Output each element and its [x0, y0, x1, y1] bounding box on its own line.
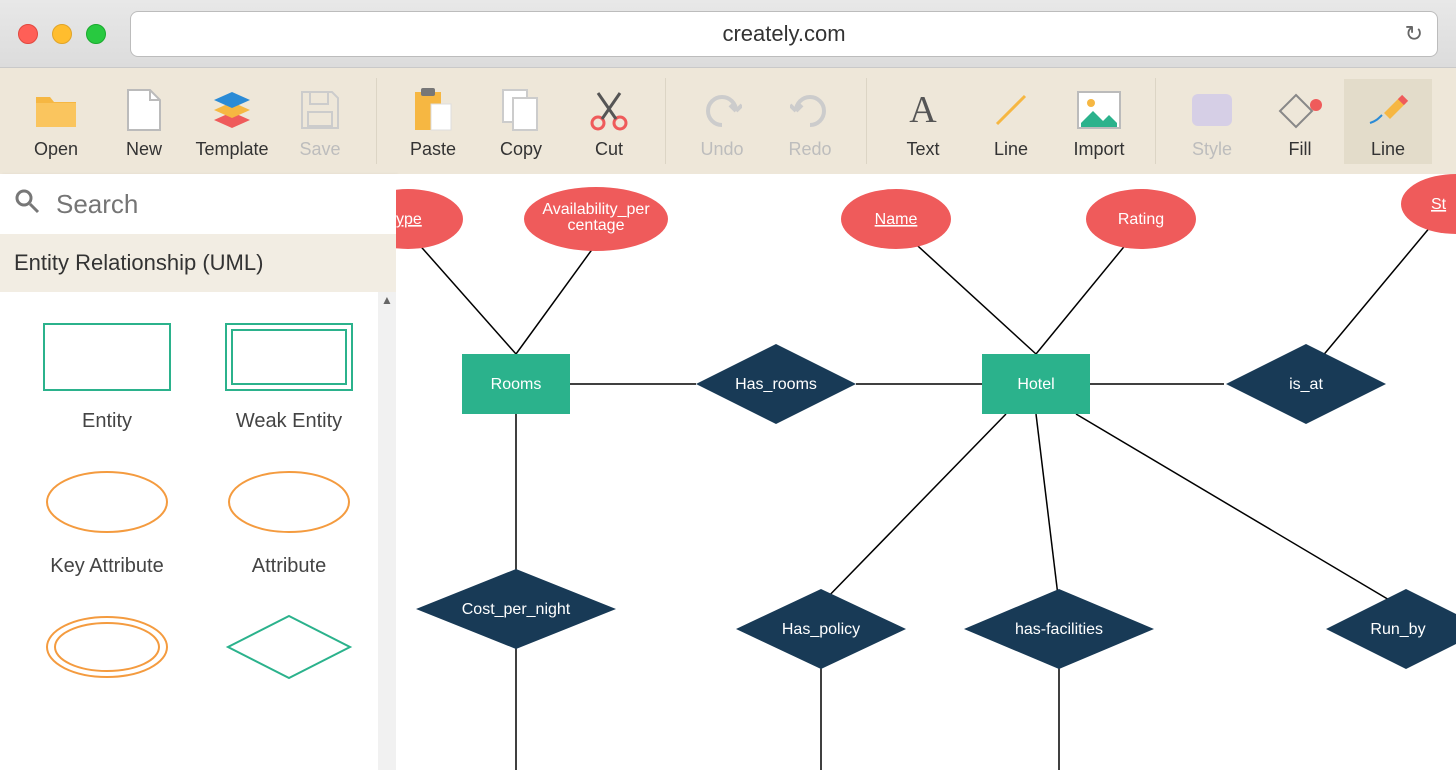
new-button[interactable]: New: [100, 79, 188, 164]
entity-node[interactable]: Rooms: [462, 354, 570, 414]
svg-text:Rating: Rating: [1118, 211, 1164, 228]
paste-button[interactable]: Paste: [389, 79, 477, 164]
text-icon: A: [883, 87, 963, 133]
attribute-node[interactable]: ype: [396, 189, 463, 249]
image-icon: [1059, 87, 1139, 133]
attribute-node[interactable]: Name: [841, 189, 951, 249]
shape-label: Attribute: [202, 555, 376, 578]
relation-node[interactable]: Run_by: [1326, 589, 1456, 669]
maximize-window-button[interactable]: [86, 24, 106, 44]
attribute-node[interactable]: St: [1401, 174, 1456, 234]
save-button[interactable]: Save: [276, 79, 364, 164]
main-toolbar: Open New Template Save Paste: [0, 68, 1456, 174]
line-tool-button[interactable]: Line: [967, 79, 1055, 164]
open-button[interactable]: Open: [12, 79, 100, 164]
svg-text:Has_rooms: Has_rooms: [735, 376, 817, 393]
shape-multivalued-attribute[interactable]: [20, 612, 194, 700]
undo-icon: [682, 87, 762, 133]
shape-label: Key Attribute: [20, 555, 194, 578]
search-input[interactable]: [54, 188, 396, 221]
svg-text:Has_policy: Has_policy: [782, 621, 860, 638]
fill-button[interactable]: Fill: [1256, 79, 1344, 164]
window-controls: [18, 24, 106, 44]
line-icon: [971, 87, 1051, 133]
clipboard-icon: [393, 87, 473, 133]
relation-node[interactable]: is_at: [1226, 344, 1386, 424]
relation-node[interactable]: Has_policy: [736, 589, 906, 669]
import-button[interactable]: Import: [1055, 79, 1143, 164]
layers-icon: [192, 87, 272, 133]
svg-text:Rooms: Rooms: [491, 376, 542, 393]
entity-node[interactable]: Hotel: [982, 354, 1090, 414]
svg-text:Cost_per_night: Cost_per_night: [462, 601, 571, 618]
svg-text:St: St: [1431, 196, 1447, 213]
undo-button[interactable]: Undo: [678, 79, 766, 164]
url-text: creately.com: [722, 21, 845, 47]
relation-node[interactable]: Has_rooms: [696, 344, 856, 424]
redo-icon: [770, 87, 850, 133]
shape-category-header[interactable]: Entity Relationship (UML): [0, 234, 396, 292]
url-bar[interactable]: creately.com ↻: [130, 11, 1438, 57]
line-style-button[interactable]: Line: [1344, 79, 1432, 164]
diagram-svg: ype Availability_percentage Name Rating …: [396, 174, 1456, 770]
shape-label: Entity: [20, 410, 194, 433]
svg-text:Name: Name: [875, 211, 918, 228]
text-tool-button[interactable]: A Text: [879, 79, 967, 164]
relation-node[interactable]: has-facilities: [964, 589, 1154, 669]
scissors-icon: [569, 87, 649, 133]
browser-title-bar: creately.com ↻: [0, 0, 1456, 68]
shape-relationship[interactable]: [202, 612, 376, 700]
copy-button[interactable]: Copy: [477, 79, 565, 164]
attribute-node[interactable]: Rating: [1086, 189, 1196, 249]
redo-button[interactable]: Redo: [766, 79, 854, 164]
folder-open-icon: [16, 87, 96, 133]
shape-entity[interactable]: Entity: [20, 322, 194, 433]
shape-weak-entity[interactable]: Weak Entity: [202, 322, 376, 433]
shape-palette: ▲ Entity Weak Entity Key Attribute Attri…: [0, 292, 396, 770]
search-icon: [14, 188, 40, 221]
svg-text:is_at: is_at: [1289, 376, 1323, 393]
copy-icon: [481, 87, 561, 133]
close-window-button[interactable]: [18, 24, 38, 44]
refresh-icon[interactable]: ↻: [1405, 21, 1423, 47]
paint-bucket-icon: [1260, 87, 1340, 133]
save-icon: [280, 87, 360, 133]
relation-node[interactable]: Cost_per_night: [416, 569, 616, 649]
svg-text:ype: ype: [396, 211, 422, 228]
shape-key-attribute[interactable]: Key Attribute: [20, 467, 194, 578]
shapes-sidebar: Entity Relationship (UML) ▲ Entity Weak …: [0, 174, 396, 770]
attribute-node[interactable]: Availability_percentage: [524, 187, 668, 251]
template-button[interactable]: Template: [188, 79, 276, 164]
svg-text:Hotel: Hotel: [1017, 376, 1054, 393]
new-file-icon: [104, 87, 184, 133]
diagram-canvas[interactable]: ype Availability_percentage Name Rating …: [396, 174, 1456, 770]
shape-attribute[interactable]: Attribute: [202, 467, 376, 578]
svg-text:Run_by: Run_by: [1370, 621, 1425, 638]
style-icon: [1172, 87, 1252, 133]
shape-label: Weak Entity: [202, 410, 376, 433]
style-button[interactable]: Style: [1168, 79, 1256, 164]
cut-button[interactable]: Cut: [565, 79, 653, 164]
search-row: [0, 174, 396, 234]
svg-text:has-facilities: has-facilities: [1015, 621, 1103, 638]
pencil-icon: [1348, 87, 1428, 133]
minimize-window-button[interactable]: [52, 24, 72, 44]
